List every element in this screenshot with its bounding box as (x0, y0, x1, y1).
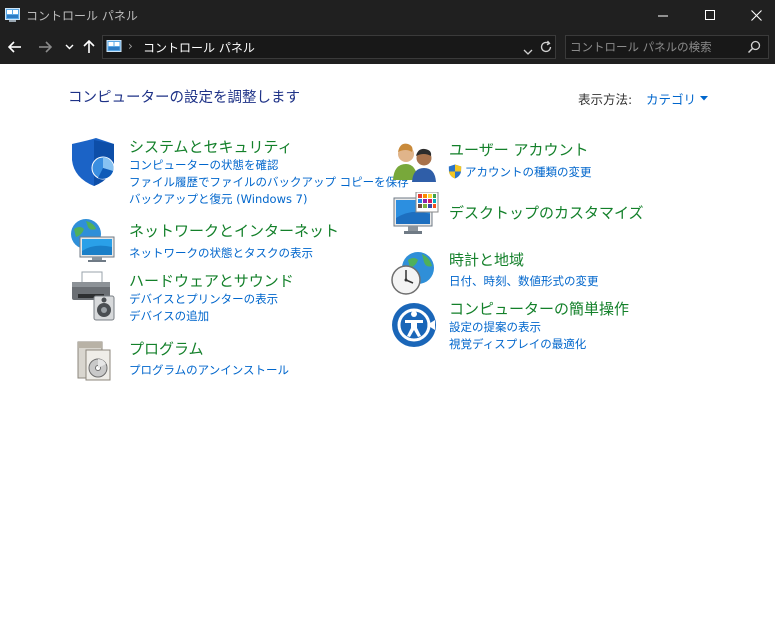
category-user-accounts[interactable]: ユーザー アカウント (449, 139, 588, 160)
category-hardware-sound[interactable]: ハードウェアとサウンド (129, 270, 294, 291)
view-by-label: 表示方法: (578, 92, 633, 107)
page-title: コンピューターの設定を調整します (68, 90, 300, 106)
back-button[interactable] (6, 38, 24, 56)
link-network-status-tasks[interactable]: ネットワークの状態とタスクの表示 (129, 245, 313, 261)
close-button[interactable] (733, 0, 775, 30)
user-accounts-icon[interactable] (392, 140, 438, 188)
category-programs[interactable]: プログラム (129, 338, 204, 359)
view-by-value[interactable]: カテゴリ (646, 89, 696, 108)
recent-locations-button[interactable] (60, 38, 78, 56)
control-panel-icon (5, 7, 20, 22)
link-change-account-type[interactable]: アカウントの種類の変更 (465, 164, 592, 180)
programs-disc-icon[interactable] (72, 336, 118, 386)
clock-region-icon[interactable] (390, 250, 438, 300)
link-backup-restore-win7[interactable]: バックアップと復元 (Windows 7) (129, 191, 307, 207)
category-ease-of-access[interactable]: コンピューターの簡単操作 (449, 298, 629, 319)
minimize-button[interactable] (640, 0, 686, 30)
forward-button[interactable] (36, 38, 54, 56)
maximize-icon (704, 9, 715, 20)
link-file-history-backup[interactable]: ファイル履歴でファイルのバックアップ コピーを保存 (129, 174, 409, 190)
up-arrow-icon (83, 40, 95, 53)
view-by-dropdown[interactable]: カテゴリ (646, 89, 709, 108)
back-arrow-icon (8, 41, 21, 53)
dropdown-arrow-icon (700, 96, 709, 101)
category-clock-region[interactable]: 時計と地域 (449, 249, 524, 270)
link-optimize-visual-display[interactable]: 視覚ディスプレイの最適化 (449, 336, 586, 352)
network-globe-icon[interactable] (68, 217, 118, 267)
desktop-personalization-icon[interactable] (392, 191, 440, 244)
address-bar[interactable]: › コントロール パネル (102, 35, 556, 59)
printer-speaker-icon[interactable] (68, 270, 118, 326)
forward-arrow-icon (39, 41, 52, 53)
chevron-down-icon (65, 44, 73, 50)
uac-shield-icon (448, 164, 462, 183)
search-icon[interactable] (747, 39, 761, 58)
maximize-button[interactable] (687, 0, 733, 30)
refresh-button[interactable] (539, 39, 553, 58)
link-devices-printers[interactable]: デバイスとプリンターの表示 (129, 291, 278, 307)
link-uninstall-program[interactable]: プログラムのアンインストール (129, 362, 289, 378)
minimize-icon (657, 15, 668, 16)
link-add-device[interactable]: デバイスの追加 (129, 308, 209, 324)
category-desktop-customize[interactable]: デスクトップのカスタマイズ (449, 202, 644, 223)
link-get-recommendations[interactable]: 設定の提案の表示 (449, 319, 541, 335)
ease-of-access-icon[interactable] (391, 302, 437, 352)
title-bar: コントロール パネル (0, 0, 775, 30)
category-system-security[interactable]: システムとセキュリティ (129, 136, 293, 157)
window-title: コントロール パネル (26, 9, 138, 23)
chevron-down-icon (523, 49, 533, 55)
up-button[interactable] (80, 38, 98, 56)
control-panel-icon (106, 39, 122, 53)
navigation-bar: › コントロール パネル (0, 30, 775, 64)
search-box[interactable] (565, 35, 769, 59)
search-input[interactable] (570, 38, 740, 56)
address-dropdown-button[interactable] (523, 41, 533, 60)
close-icon (750, 9, 762, 21)
breadcrumb-control-panel[interactable]: コントロール パネル (143, 39, 255, 56)
breadcrumb-separator[interactable]: › (128, 39, 133, 53)
category-network-internet[interactable]: ネットワークとインターネット (129, 220, 339, 241)
security-shield-icon[interactable] (68, 138, 120, 192)
refresh-icon (540, 40, 552, 53)
link-change-date-time-format[interactable]: 日付、時刻、数値形式の変更 (449, 273, 599, 289)
link-check-computer-status[interactable]: コンピューターの状態を確認 (129, 157, 279, 173)
